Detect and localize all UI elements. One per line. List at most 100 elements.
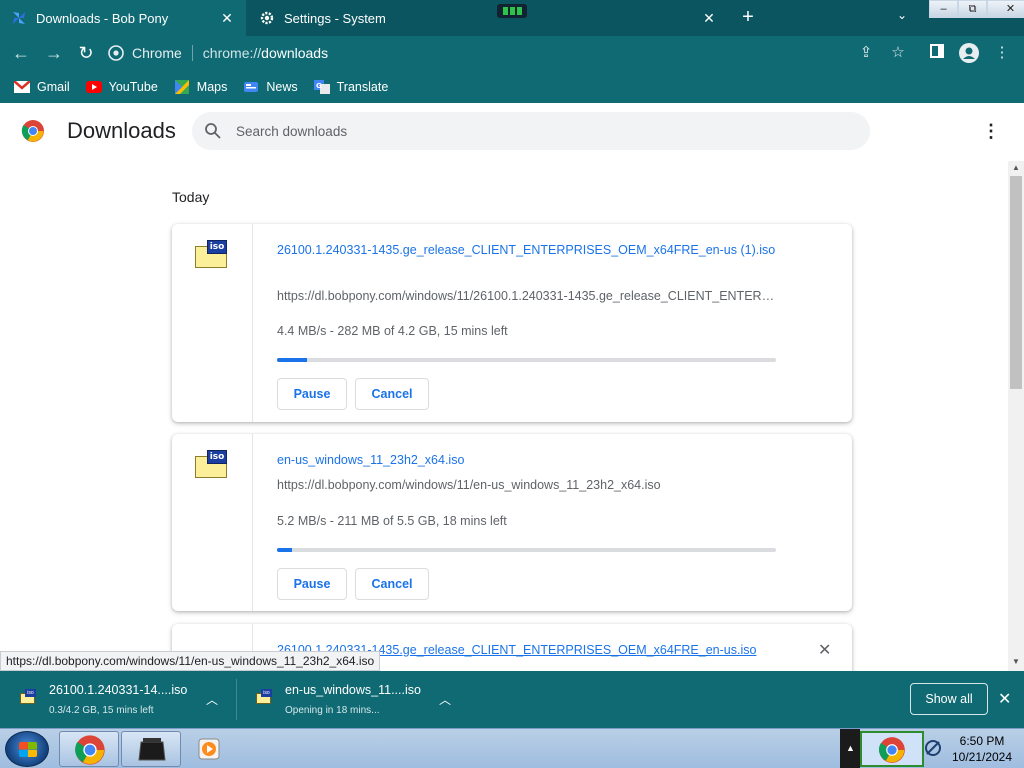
taskbar-media-player[interactable] bbox=[193, 731, 227, 767]
cancel-button[interactable]: Cancel bbox=[355, 378, 429, 410]
tab-settings[interactable]: Settings - System ✕ bbox=[248, 0, 728, 36]
pause-button[interactable]: Pause bbox=[277, 378, 347, 410]
page-title: Downloads bbox=[67, 118, 176, 143]
bookmark-label: Translate bbox=[336, 79, 389, 94]
link-status-bubble: https://dl.bobpony.com/windows/11/en-us_… bbox=[0, 651, 381, 671]
file-name-link[interactable]: 26100.1.240331-1435.ge_release_CLIENT_EN… bbox=[277, 240, 777, 260]
taskbar-chrome[interactable] bbox=[59, 731, 119, 767]
search-icon bbox=[205, 123, 221, 139]
download-card: iso en-us_windows_11_23h2_x64.iso https:… bbox=[172, 434, 852, 611]
media-player-icon bbox=[198, 738, 220, 760]
search-box[interactable] bbox=[192, 112, 870, 150]
scrollbar-thumb[interactable] bbox=[1010, 176, 1022, 389]
download-status: 5.2 MB/s - 211 MB of 5.5 GB, 18 mins lef… bbox=[277, 514, 507, 528]
progress-bar bbox=[277, 358, 776, 362]
file-url[interactable]: https://dl.bobpony.com/windows/11/26100.… bbox=[277, 289, 777, 303]
scroll-up-arrow-icon[interactable]: ▲ bbox=[1008, 161, 1024, 175]
file-icon-column: iso bbox=[172, 434, 253, 611]
windows-logo-icon bbox=[19, 742, 37, 757]
download-status: 4.4 MB/s - 282 MB of 4.2 GB, 15 mins lef… bbox=[277, 324, 508, 338]
bookmark-label: Maps bbox=[196, 79, 228, 94]
close-shelf-icon[interactable]: ✕ bbox=[998, 689, 1011, 709]
start-button[interactable] bbox=[5, 731, 49, 767]
terminal-icon bbox=[138, 738, 166, 761]
youtube-icon bbox=[85, 80, 102, 94]
close-icon[interactable]: ✕ bbox=[700, 10, 718, 27]
progress-bar bbox=[277, 548, 776, 552]
shelf-download-item[interactable]: iso en-us_windows_11....iso Opening in 1… bbox=[236, 671, 472, 728]
window-close-button[interactable]: ✕ bbox=[987, 0, 1024, 18]
svg-text:G: G bbox=[316, 82, 322, 90]
download-card: iso 26100.1.240331-1435.ge_release_CLIEN… bbox=[172, 224, 852, 422]
iso-file-icon: iso bbox=[20, 689, 36, 705]
chrome-tray-icon bbox=[878, 737, 905, 763]
site-info[interactable]: Chrome bbox=[108, 45, 182, 61]
shelf-download-item[interactable]: iso 26100.1.240331-14....iso 0.3/4.2 GB,… bbox=[0, 671, 236, 728]
reload-icon[interactable]: ↻ bbox=[74, 41, 98, 65]
bookmark-label: Gmail bbox=[37, 79, 70, 94]
tab-search-chevron-icon[interactable]: ⌄ bbox=[897, 8, 907, 22]
profile-avatar-icon[interactable] bbox=[959, 43, 979, 63]
maps-icon bbox=[174, 79, 190, 94]
url-path: downloads bbox=[261, 45, 329, 61]
cancel-button[interactable]: Cancel bbox=[355, 568, 429, 600]
taskbar-terminal[interactable] bbox=[121, 731, 181, 767]
iso-file-icon: iso bbox=[256, 689, 272, 705]
tray-chrome-thumbnail[interactable] bbox=[860, 731, 924, 767]
bookmark-youtube[interactable]: YouTube bbox=[85, 79, 158, 94]
tab-title: Downloads - Bob Pony bbox=[36, 10, 169, 26]
show-all-button[interactable]: Show all bbox=[910, 683, 988, 715]
url-scheme: chrome:// bbox=[202, 45, 262, 61]
chevron-up-icon[interactable]: ︿ bbox=[439, 691, 451, 708]
new-tab-button[interactable]: + bbox=[737, 6, 759, 28]
file-url[interactable]: https://dl.bobpony.com/windows/11/en-us_… bbox=[277, 478, 777, 492]
shelf-file-name: en-us_windows_11....iso bbox=[285, 683, 421, 697]
menu-kebab-icon[interactable]: ⋮ bbox=[992, 43, 1012, 63]
search-input[interactable] bbox=[236, 123, 836, 139]
pinwheel-icon bbox=[10, 9, 28, 27]
gear-icon bbox=[258, 9, 276, 27]
pause-button[interactable]: Pause bbox=[277, 568, 347, 600]
bookmark-star-icon[interactable]: ☆ bbox=[888, 43, 908, 63]
site-label: Chrome bbox=[132, 45, 182, 61]
restore-button[interactable]: ⧉ bbox=[958, 0, 987, 18]
bookmark-maps[interactable]: Maps bbox=[174, 79, 228, 94]
minimize-button[interactable]: – bbox=[929, 0, 958, 18]
taskbar-clock[interactable]: 6:50 PM 10/21/2024 bbox=[940, 733, 1024, 765]
shelf-file-name: 26100.1.240331-14....iso bbox=[49, 683, 188, 697]
back-arrow-icon[interactable]: ← bbox=[9, 41, 33, 65]
iso-file-icon: iso bbox=[195, 240, 229, 268]
chrome-taskbar-icon bbox=[75, 735, 105, 765]
bookmark-translate[interactable]: G Translate bbox=[313, 79, 389, 94]
bookmark-gmail[interactable]: Gmail bbox=[14, 80, 70, 94]
gmail-icon bbox=[14, 80, 30, 94]
news-icon bbox=[243, 80, 259, 94]
address-bar[interactable]: Chrome chrome://downloads bbox=[108, 39, 918, 67]
file-icon-column: iso bbox=[172, 224, 253, 422]
downloads-page: Downloads ⋮ ▲ ▼ Today iso 26100.1.240331… bbox=[0, 103, 1024, 671]
file-name-link[interactable]: en-us_windows_11_23h2_x64.iso bbox=[277, 450, 777, 470]
iso-file-icon: iso bbox=[195, 450, 229, 478]
tab-downloads[interactable]: Downloads - Bob Pony ✕ bbox=[0, 0, 246, 36]
more-actions-icon[interactable]: ⋮ bbox=[982, 121, 1000, 141]
progress-fill bbox=[277, 548, 292, 552]
show-hidden-icons-arrow-icon: ▲ bbox=[846, 743, 855, 753]
bookmark-news[interactable]: News bbox=[243, 80, 298, 94]
bookmark-label: YouTube bbox=[108, 79, 158, 94]
remove-download-close-icon[interactable]: ✕ bbox=[818, 640, 831, 660]
forward-arrow-icon[interactable]: → bbox=[42, 41, 66, 65]
window-controls: – ⧉ ✕ bbox=[929, 0, 1024, 18]
scroll-down-arrow-icon[interactable]: ▼ bbox=[1008, 655, 1024, 669]
tray-overflow[interactable]: ▲ bbox=[840, 729, 860, 768]
chrome-logo-icon bbox=[21, 120, 44, 142]
taskbar: ▲ 6:50 PM 10/21/2024 bbox=[0, 728, 1024, 768]
share-icon[interactable]: ⇪ bbox=[856, 43, 876, 63]
shelf-file-status: Opening in 18 mins... bbox=[285, 705, 380, 716]
close-icon[interactable]: ✕ bbox=[218, 10, 236, 27]
tab-title: Settings - System bbox=[284, 10, 386, 26]
bookmarks-bar: Gmail YouTube Maps News G Translate bbox=[0, 70, 1024, 103]
omnibox-separator bbox=[191, 45, 193, 61]
url-text[interactable]: chrome://downloads bbox=[203, 45, 328, 61]
chevron-up-icon[interactable]: ︿ bbox=[206, 691, 218, 708]
side-panel-icon[interactable] bbox=[927, 43, 947, 63]
